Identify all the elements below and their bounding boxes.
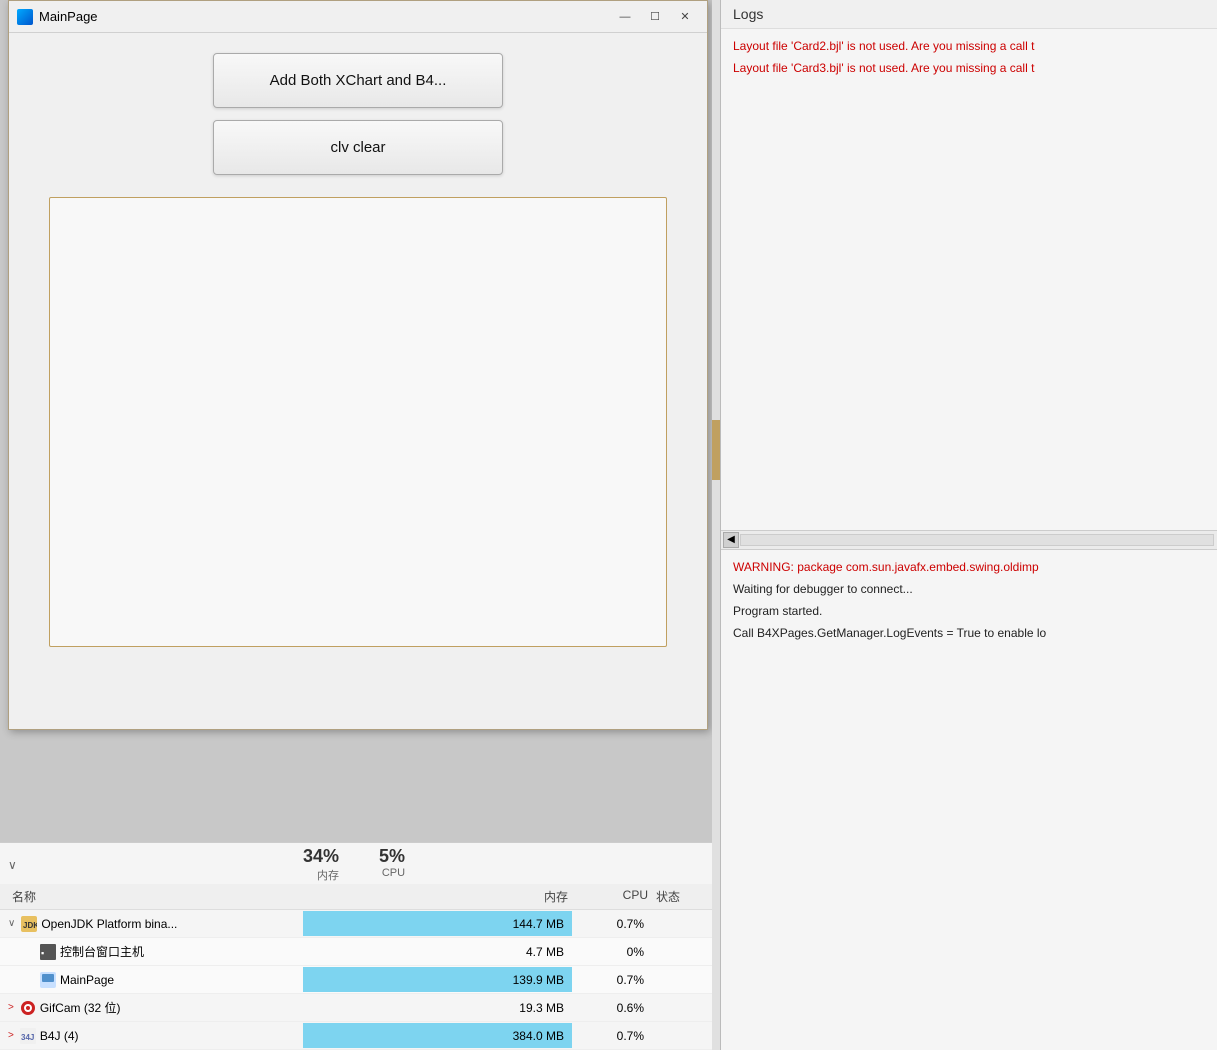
process-cpu: 0.7% xyxy=(572,917,652,931)
log-text: Program started. xyxy=(733,604,822,618)
b4j-process-icon: 34J xyxy=(20,1028,36,1044)
expand-icon[interactable]: ∨ xyxy=(8,918,15,929)
process-cpu: 0% xyxy=(572,945,652,959)
cpu-label: CPU xyxy=(379,867,405,879)
window-content: Add Both XChart and B4... clv clear xyxy=(9,33,707,677)
minimize-button[interactable]: — xyxy=(611,6,639,28)
log-line: Call B4XPages.GetManager.LogEvents = Tru… xyxy=(721,622,1217,644)
process-name-text: 控制台窗口主机 xyxy=(60,943,144,960)
process-mem: 144.7 MB xyxy=(303,911,572,936)
process-name-text: MainPage xyxy=(60,973,114,987)
log-text: Layout file 'Card2.bjl' is not used. Are… xyxy=(733,39,1034,53)
process-mem: 384.0 MB xyxy=(303,1023,572,1048)
col-name: 名称 xyxy=(8,886,303,907)
window-titlebar: MainPage — ☐ ✕ xyxy=(9,1,707,33)
process-name-text: OpenJDK Platform bina... xyxy=(41,917,177,931)
table-row[interactable]: ∨ JDK OpenJDK Platform bina... 144.7 MB … xyxy=(0,910,720,938)
log-text: Waiting for debugger to connect... xyxy=(733,582,913,596)
summary-stats: 34% 内存 5% CPU xyxy=(303,846,712,883)
process-mem: 4.7 MB xyxy=(303,939,572,964)
scroll-left-arrow[interactable]: ◀ xyxy=(723,532,739,548)
process-name: ▪ 控制台窗口主机 xyxy=(8,943,303,960)
task-scroll-thumb[interactable] xyxy=(712,420,720,480)
process-cpu: 0.7% xyxy=(572,973,652,987)
add-both-button[interactable]: Add Both XChart and B4... xyxy=(213,53,503,108)
memory-summary: 34% 内存 xyxy=(303,846,339,883)
logs-title: Logs xyxy=(721,0,1217,29)
logs-content: Layout file 'Card2.bjl' is not used. Are… xyxy=(721,29,1217,530)
log-text: Call B4XPages.GetManager.LogEvents = Tru… xyxy=(733,626,1046,640)
logs-panel: Logs Layout file 'Card2.bjl' is not used… xyxy=(720,0,1217,1050)
close-button[interactable]: ✕ xyxy=(671,6,699,28)
gifcam-process-icon xyxy=(20,1000,36,1016)
java-process-icon: JDK xyxy=(21,916,37,932)
process-name: > GifCam (32 位) xyxy=(8,999,303,1016)
process-name: > 34J B4J (4) xyxy=(8,1028,303,1044)
col-status: 状态 xyxy=(652,886,712,907)
window-title: MainPage xyxy=(39,9,98,24)
task-scrollbar[interactable] xyxy=(712,0,720,1050)
memory-label: 内存 xyxy=(303,867,339,883)
col-cpu: CPU xyxy=(572,886,652,907)
svg-text:JDK: JDK xyxy=(23,921,37,930)
window-title-area: MainPage xyxy=(17,9,98,25)
log-line: WARNING: package com.sun.javafx.embed.sw… xyxy=(721,556,1217,578)
col-mem: 内存 xyxy=(303,886,572,907)
summary-row: ∨ 34% 内存 5% CPU xyxy=(0,843,720,884)
task-manager-panel: ∨ 34% 内存 5% CPU 名称 内存 CPU 状态 xyxy=(0,842,720,1050)
table-row[interactable]: MainPage 139.9 MB 0.7% xyxy=(0,966,720,994)
console-process-icon: ▪ xyxy=(40,944,56,960)
log-line: Program started. xyxy=(721,600,1217,622)
log-line: Layout file 'Card2.bjl' is not used. Are… xyxy=(721,35,1217,57)
cpu-pct: 5% xyxy=(379,846,405,867)
expand-icon[interactable]: > xyxy=(8,1030,14,1041)
task-column-headers: 名称 内存 CPU 状态 xyxy=(0,884,720,910)
cpu-summary: 5% CPU xyxy=(379,846,405,883)
svg-text:▪: ▪ xyxy=(41,948,44,958)
log-line: Waiting for debugger to connect... xyxy=(721,578,1217,600)
memory-pct: 34% xyxy=(303,846,339,867)
table-row[interactable]: > GifCam (32 位) 19.3 MB 0.6% xyxy=(0,994,720,1022)
process-name-text: GifCam (32 位) xyxy=(40,999,121,1016)
log-text: WARNING: package com.sun.javafx.embed.sw… xyxy=(733,560,1039,574)
horizontal-scrollbar[interactable]: ◀ xyxy=(721,530,1217,550)
chevron-spacer: ∨ xyxy=(8,857,303,872)
window-controls: — ☐ ✕ xyxy=(611,6,699,28)
expand-icon[interactable]: > xyxy=(8,1002,14,1013)
process-cpu: 0.6% xyxy=(572,1001,652,1015)
maximize-button[interactable]: ☐ xyxy=(641,6,669,28)
process-mem: 139.9 MB xyxy=(303,967,572,992)
process-mem: 19.3 MB xyxy=(303,995,572,1020)
log-text: Layout file 'Card3.bjl' is not used. Are… xyxy=(733,61,1034,75)
mainpage-process-icon xyxy=(40,972,56,988)
process-name: MainPage xyxy=(8,972,303,988)
app-icon xyxy=(17,9,33,25)
svg-text:34J: 34J xyxy=(21,1033,34,1042)
main-page-window: MainPage — ☐ ✕ Add Both XChart and B4...… xyxy=(8,0,708,730)
table-row[interactable]: > 34J B4J (4) 384.0 MB 0.7% xyxy=(0,1022,720,1050)
logs-content-lower: WARNING: package com.sun.javafx.embed.sw… xyxy=(721,550,1217,1050)
process-name: ∨ JDK OpenJDK Platform bina... xyxy=(8,916,303,932)
process-name-text: B4J (4) xyxy=(40,1029,79,1043)
process-cpu: 0.7% xyxy=(572,1029,652,1043)
table-row[interactable]: ▪ 控制台窗口主机 4.7 MB 0% xyxy=(0,938,720,966)
clv-clear-button[interactable]: clv clear xyxy=(213,120,503,175)
log-line: Layout file 'Card3.bjl' is not used. Are… xyxy=(721,57,1217,79)
chevron-down-icon[interactable]: ∨ xyxy=(8,858,17,872)
scroll-track[interactable] xyxy=(740,534,1214,546)
content-area xyxy=(49,197,667,647)
